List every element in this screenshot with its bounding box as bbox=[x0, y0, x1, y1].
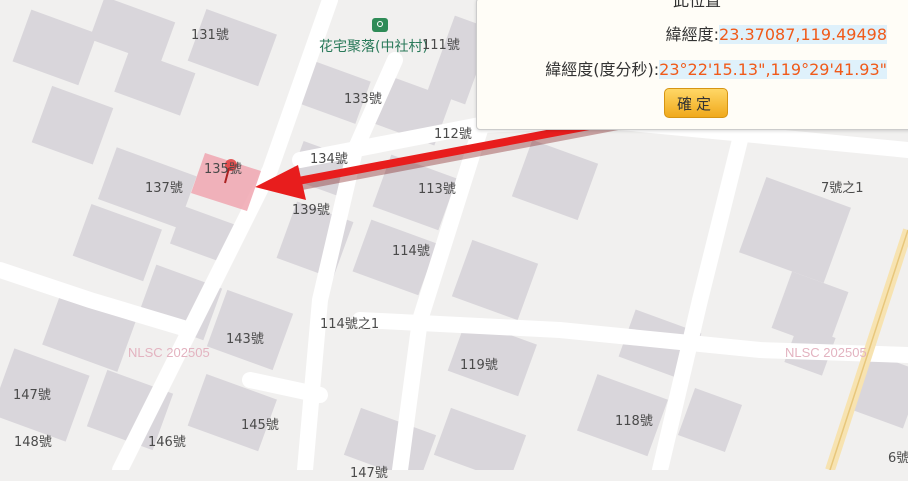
dms-label: 緯經度(度分秒): bbox=[545, 60, 660, 79]
address-label: 131號 bbox=[191, 28, 229, 43]
address-label: 143號 bbox=[226, 332, 264, 347]
decimal-value: 23.37087,119.49498 bbox=[719, 25, 887, 44]
address-label: 113號 bbox=[418, 182, 456, 197]
decimal-label: 緯經度: bbox=[665, 25, 720, 44]
address-label: 7號之1 bbox=[821, 181, 864, 196]
address-label: 114號 bbox=[392, 244, 430, 259]
address-label: 145號 bbox=[241, 418, 279, 433]
address-label: 111號 bbox=[422, 38, 460, 53]
watermark: NLSC 202505 bbox=[128, 345, 210, 360]
decimal-coordinates-row: 緯經度:23.37087,119.49498 bbox=[666, 21, 887, 45]
address-label: 147號 bbox=[350, 466, 388, 481]
address-label: 134號 bbox=[310, 152, 348, 167]
confirm-button[interactable]: 確定 bbox=[664, 88, 728, 118]
address-label: 114號之1 bbox=[320, 317, 380, 332]
address-label: 147號 bbox=[13, 388, 51, 403]
address-label: 118號 bbox=[615, 414, 653, 429]
location-info-panel: 此位置 緯經度:23.37087,119.49498 緯經度(度分秒):23°2… bbox=[476, 0, 908, 130]
poi-label[interactable]: 花宅聚落(中社村) bbox=[319, 36, 428, 56]
panel-title: 此位置 bbox=[672, 0, 721, 10]
address-label: 137號 bbox=[145, 181, 183, 196]
address-label: 112號 bbox=[434, 127, 472, 142]
address-label: 133號 bbox=[344, 92, 382, 107]
address-label: 135號 bbox=[204, 162, 242, 177]
dms-value: 23°22'15.13",119°29'41.93" bbox=[659, 60, 887, 79]
camera-icon[interactable] bbox=[372, 18, 388, 32]
watermark: NLSC 202505 bbox=[785, 345, 867, 360]
address-label: 139號 bbox=[292, 203, 330, 218]
address-label: 119號 bbox=[460, 358, 498, 373]
dms-coordinates-row: 緯經度(度分秒):23°22'15.13",119°29'41.93" bbox=[545, 56, 887, 80]
address-label: 6號 bbox=[888, 451, 908, 466]
address-label: 146號 bbox=[148, 435, 186, 450]
address-label: 148號 bbox=[14, 435, 52, 450]
